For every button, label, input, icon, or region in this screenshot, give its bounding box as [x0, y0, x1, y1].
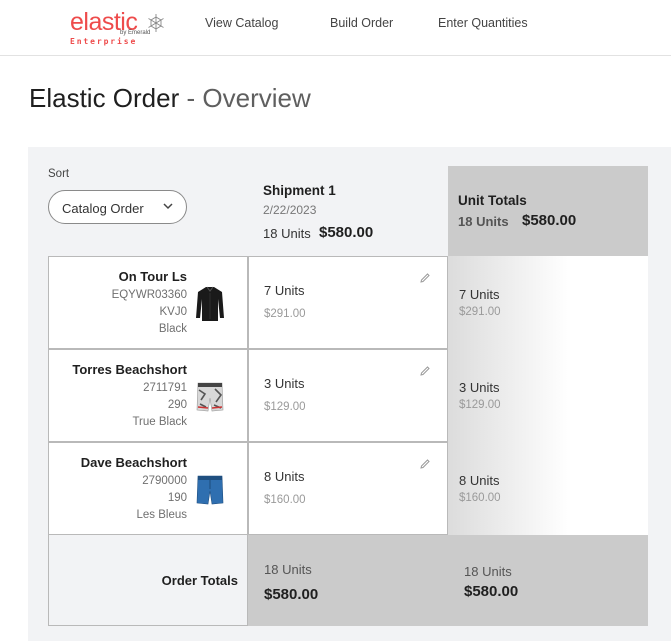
product-color: True Black — [132, 416, 187, 428]
snowflake-icon — [148, 14, 164, 32]
elastic-logo[interactable]: elastic by Emerald Enterprise — [70, 8, 170, 48]
logo-tagline: Enterprise — [70, 37, 138, 46]
qty-price: $291.00 — [264, 308, 306, 320]
product-variant: 190 — [167, 492, 187, 504]
qty-units: 7 Units — [264, 283, 305, 298]
top-navigation-bar: elastic by Emerald Enterprise View Catal… — [0, 0, 671, 56]
unit-total-price: $129.00 — [459, 399, 501, 411]
unit-totals-title: Unit Totals — [458, 193, 527, 208]
product-name: Torres Beachshort — [72, 362, 187, 377]
shipment-title: Shipment 1 — [263, 183, 336, 198]
unit-total-units: 7 Units — [459, 287, 500, 302]
shipment-qty-cell[interactable]: 8 Units $160.00 — [248, 442, 448, 535]
unit-total-units: 8 Units — [459, 473, 500, 488]
qty-units: 8 Units — [264, 469, 305, 484]
order-totals-shipment-cell: 18 Units $580.00 — [248, 535, 448, 626]
unit-total-price: $160.00 — [459, 492, 501, 504]
order-totals-label-cell: Order Totals — [48, 535, 248, 626]
qty-price: $129.00 — [264, 401, 306, 413]
page-title-subtitle: - Overview — [186, 83, 311, 113]
product-variant: KVJ0 — [159, 306, 188, 318]
shipment-qty-cell[interactable]: 7 Units $291.00 — [248, 256, 448, 349]
shipment-amount: $580.00 — [319, 224, 374, 241]
pencil-edit-icon[interactable] — [419, 272, 431, 284]
product-row-torres-beachshort[interactable]: Torres Beachshort 2711791 290 True Black — [48, 349, 248, 442]
qty-units: 3 Units — [264, 376, 305, 391]
unit-totals-header: Unit Totals 18 Units $580.00 — [448, 166, 648, 256]
order-totals-unit-cell: 18 Units $580.00 — [448, 535, 648, 626]
qty-price: $160.00 — [264, 494, 306, 506]
order-totals-units: 18 Units — [464, 564, 512, 579]
product-color: Les Bleus — [136, 509, 187, 521]
unit-total-cell: 7 Units $291.00 — [448, 256, 648, 349]
product-sku: EQYWR03360 — [111, 289, 187, 301]
product-variant: 290 — [167, 399, 187, 411]
product-sku: 2711791 — [143, 382, 187, 394]
order-totals-amount: $580.00 — [464, 583, 519, 600]
product-row-dave-beachshort[interactable]: Dave Beachshort 2790000 190 Les Bleus — [48, 442, 248, 535]
blue-boardshort-icon — [196, 475, 224, 505]
product-color: Black — [158, 323, 187, 335]
product-row-on-tour-ls[interactable]: On Tour Ls EQYWR03360 KVJ0 Black — [48, 256, 248, 349]
sort-label: Sort — [48, 168, 70, 180]
product-name: Dave Beachshort — [80, 455, 187, 470]
page-title-main: Elastic Order — [29, 83, 180, 113]
pencil-edit-icon[interactable] — [419, 365, 431, 377]
chevron-down-icon — [163, 203, 173, 210]
page-title: Elastic Order - Overview — [29, 83, 311, 114]
product-name: On Tour Ls — [118, 269, 187, 284]
nav-enter-quantities[interactable]: Enter Quantities — [438, 16, 528, 30]
shipment-units: 18 Units — [263, 226, 311, 241]
unit-total-price: $291.00 — [459, 306, 501, 318]
order-totals-shipment-units: 18 Units — [264, 562, 312, 577]
shipment-qty-cell[interactable]: 3 Units $129.00 — [248, 349, 448, 442]
order-totals-shipment-amount: $580.00 — [264, 586, 319, 603]
unit-total-cell: 8 Units $160.00 — [448, 442, 648, 535]
unit-total-cell: 3 Units $129.00 — [448, 349, 648, 442]
patterned-boardshort-icon — [196, 382, 224, 412]
pencil-edit-icon[interactable] — [419, 458, 431, 470]
sort-dropdown-value: Catalog Order — [62, 201, 144, 216]
shipment-date: 2/22/2023 — [263, 203, 317, 217]
unit-totals-units: 18 Units — [458, 214, 509, 229]
unit-totals-amount: $580.00 — [522, 212, 577, 229]
unit-total-units: 3 Units — [459, 380, 500, 395]
order-totals-label: Order Totals — [161, 573, 238, 588]
sort-dropdown[interactable]: Catalog Order — [48, 190, 187, 224]
long-sleeve-rashguard-icon — [196, 286, 224, 321]
logo-byline: by Emerald — [120, 30, 151, 36]
nav-build-order[interactable]: Build Order — [330, 16, 393, 30]
nav-view-catalog[interactable]: View Catalog — [205, 16, 278, 30]
product-sku: 2790000 — [142, 475, 187, 487]
